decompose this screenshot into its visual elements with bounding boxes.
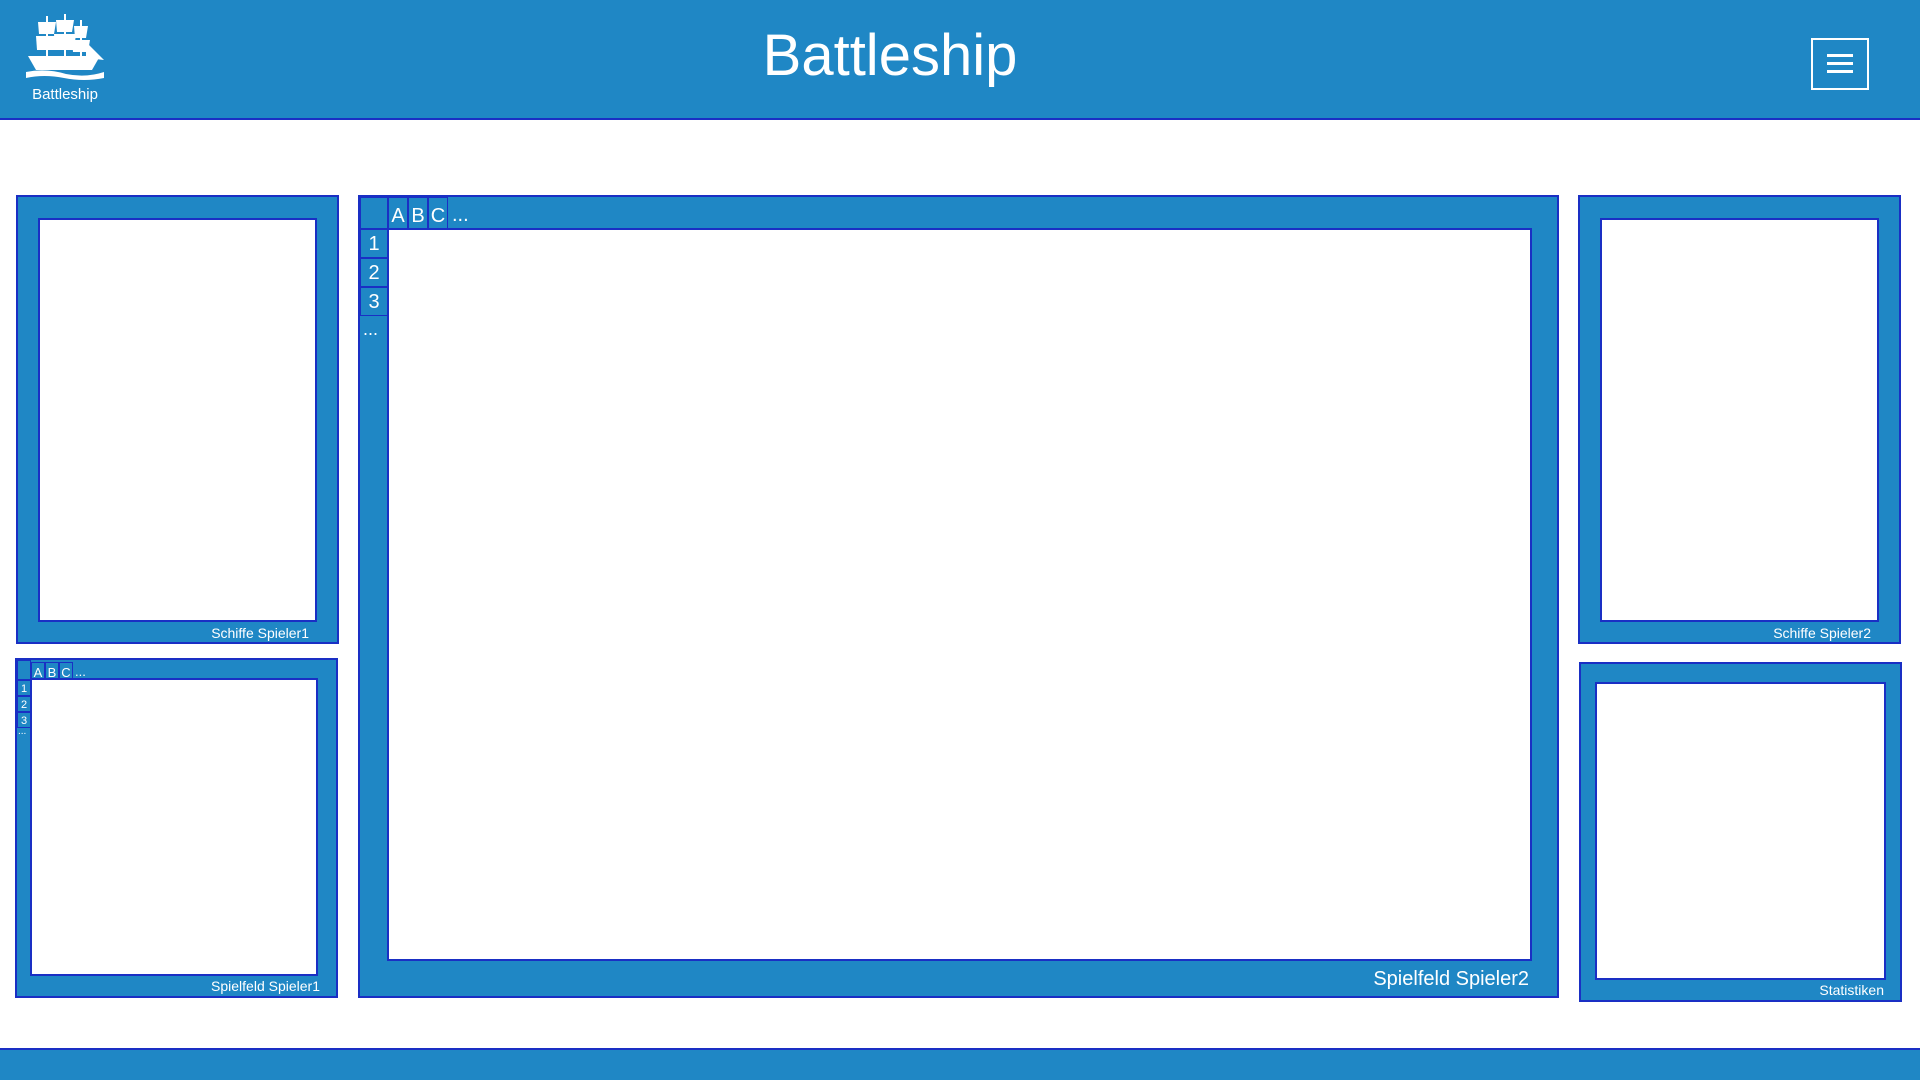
statistics-caption: Statistiken	[1819, 982, 1884, 998]
app-footer	[0, 1048, 1920, 1080]
row-header-2: 2	[360, 258, 388, 287]
row-header-1: 1	[17, 680, 31, 696]
statistics-panel: Statistiken	[1579, 662, 1902, 1002]
ships-area-player1[interactable]	[38, 218, 317, 622]
row-header-more: ...	[363, 319, 379, 339]
column-header-more: ...	[452, 204, 469, 226]
column-header-a: A	[388, 197, 408, 229]
statistics-area	[1595, 682, 1886, 980]
row-header-more: ...	[18, 726, 27, 737]
row-header-3: 3	[360, 287, 388, 316]
ships-area-player2[interactable]	[1600, 218, 1879, 622]
column-header-c: C	[428, 197, 448, 229]
field-panel-player1: A B C ... 1 2 3 ... Spielfeld Spieler1	[15, 658, 338, 998]
app-header: Battleship Battleship	[0, 0, 1920, 120]
ships-panel-player2: Schiffe Spieler2	[1578, 195, 1901, 644]
menu-button[interactable]	[1811, 38, 1869, 90]
field-caption-player1: Spielfeld Spieler1	[211, 978, 320, 994]
field-panel-player2: A B C ... 1 2 3 ... Spielfeld Spieler2	[358, 195, 1559, 998]
field-caption-player2: Spielfeld Spieler2	[1373, 968, 1529, 990]
ships-panel-player1: Schiffe Spieler1	[16, 195, 339, 644]
row-header-2: 2	[17, 696, 31, 712]
column-header-b: B	[408, 197, 428, 229]
row-header-1: 1	[360, 229, 388, 258]
page-title: Battleship	[762, 23, 1018, 88]
ships-caption-player2: Schiffe Spieler2	[1773, 625, 1871, 641]
corner-cell	[360, 197, 388, 229]
corner-cell	[17, 660, 31, 680]
ships-caption-player1: Schiffe Spieler1	[211, 625, 309, 641]
game-board-player2[interactable]	[387, 228, 1532, 961]
game-board-player1[interactable]	[30, 678, 318, 976]
